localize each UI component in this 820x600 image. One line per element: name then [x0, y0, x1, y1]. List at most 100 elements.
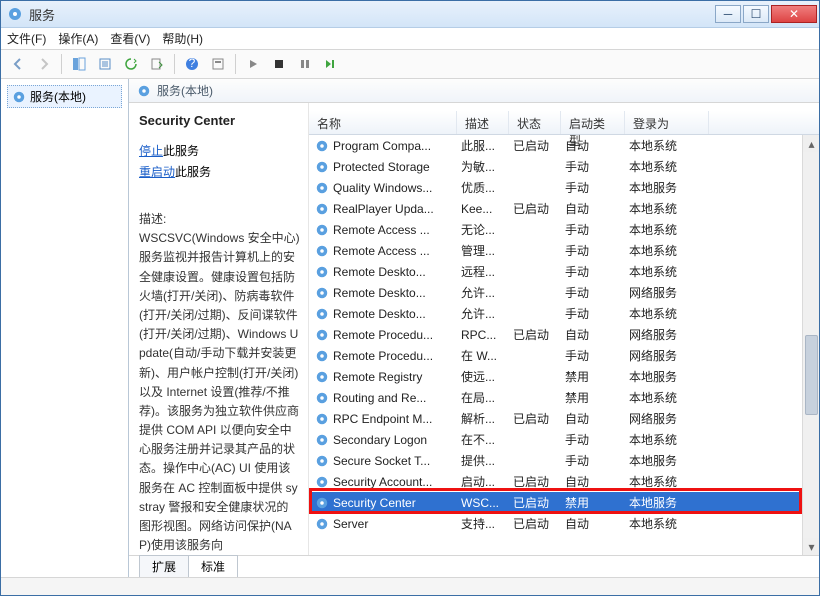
back-button[interactable]	[7, 53, 29, 75]
table-row[interactable]: Secondary Logon在不...手动本地系统	[309, 429, 819, 450]
cell-startup: 自动	[565, 410, 629, 427]
tab-standard[interactable]: 标准	[188, 555, 238, 577]
refresh-button[interactable]	[120, 53, 142, 75]
gear-icon	[12, 90, 26, 104]
help-button[interactable]: ?	[181, 53, 203, 75]
cell-logon: 网络服务	[629, 347, 713, 364]
table-row[interactable]: Secure Socket T...提供...手动本地服务	[309, 450, 819, 471]
table-row[interactable]: Remote Registry使远...禁用本地服务	[309, 366, 819, 387]
cell-desc: 提供...	[461, 452, 513, 469]
cell-logon: 本地系统	[629, 200, 713, 217]
scroll-thumb[interactable]	[805, 335, 818, 415]
col-startup[interactable]: 启动类型	[561, 111, 625, 134]
table-row[interactable]: RealPlayer Upda...Kee...已启动自动本地系统	[309, 198, 819, 219]
cell-logon: 网络服务	[629, 284, 713, 301]
cell-desc: 在 W...	[461, 347, 513, 364]
table-row[interactable]: Protected Storage为敏...手动本地系统	[309, 156, 819, 177]
menu-action[interactable]: 操作(A)	[58, 30, 98, 47]
forward-button[interactable]	[33, 53, 55, 75]
view-tabs: 扩展 标准	[129, 555, 819, 577]
cell-startup: 自动	[565, 200, 629, 217]
table-row[interactable]: Remote Access ...无论...手动本地系统	[309, 219, 819, 240]
gear-icon	[137, 84, 151, 98]
titlebar[interactable]: 服务 ─ ☐ ✕	[1, 1, 819, 28]
cell-logon: 本地系统	[629, 431, 713, 448]
table-row[interactable]: Remote Deskto...允许...手动本地系统	[309, 303, 819, 324]
table-row[interactable]: Remote Procedu...RPC...已启动自动网络服务	[309, 324, 819, 345]
cell-name: Protected Storage	[333, 160, 461, 174]
pause-service-button[interactable]	[294, 53, 316, 75]
table-row[interactable]: Program Compa...此服...已启动自动本地系统	[309, 135, 819, 156]
table-row[interactable]: Quality Windows...优质...手动本地服务	[309, 177, 819, 198]
cell-name: Remote Access ...	[333, 244, 461, 258]
table-row[interactable]: Security CenterWSC...已启动禁用本地服务	[309, 492, 819, 513]
cell-desc: 无论...	[461, 221, 513, 238]
menu-file[interactable]: 文件(F)	[7, 30, 46, 47]
scroll-down-button[interactable]: ▾	[803, 538, 819, 555]
col-desc[interactable]: 描述	[457, 111, 509, 134]
vertical-scrollbar[interactable]: ▴ ▾	[802, 135, 819, 555]
restart-service-link[interactable]: 重启动	[139, 165, 175, 179]
cell-logon: 本地系统	[629, 389, 713, 406]
table-row[interactable]: Remote Deskto...远程...手动本地系统	[309, 261, 819, 282]
cell-name: Program Compa...	[333, 139, 461, 153]
table-row[interactable]: RPC Endpoint M...解析...已启动自动网络服务	[309, 408, 819, 429]
col-logon[interactable]: 登录为	[625, 111, 709, 134]
scroll-up-button[interactable]: ▴	[803, 135, 819, 152]
stop-service-link[interactable]: 停止	[139, 144, 163, 158]
properties-button[interactable]	[207, 53, 229, 75]
cell-logon: 本地系统	[629, 473, 713, 490]
close-button[interactable]: ✕	[771, 5, 817, 23]
cell-startup: 手动	[565, 263, 629, 280]
cell-status: 已启动	[513, 137, 565, 154]
show-hide-tree-button[interactable]	[68, 53, 90, 75]
tab-extended[interactable]: 扩展	[139, 555, 189, 577]
maximize-button[interactable]: ☐	[743, 5, 769, 23]
menu-help[interactable]: 帮助(H)	[162, 30, 203, 47]
cell-name: RealPlayer Upda...	[333, 202, 461, 216]
tree-node-services-local[interactable]: 服务(本地)	[7, 85, 122, 108]
table-row[interactable]: Remote Deskto...允许...手动网络服务	[309, 282, 819, 303]
table-row[interactable]: Routing and Re...在局...禁用本地系统	[309, 387, 819, 408]
cell-name: Security Center	[333, 496, 461, 510]
list-body[interactable]: Program Compa...此服...已启动自动本地系统Protected …	[309, 135, 819, 555]
services-icon	[7, 6, 23, 22]
cell-name: Quality Windows...	[333, 181, 461, 195]
table-row[interactable]: Remote Procedu...在 W... 手动网络服务	[309, 345, 819, 366]
content-body: Security Center 停止此服务 重启动此服务 描述: WSCSVC(…	[129, 103, 819, 555]
cell-startup: 禁用	[565, 389, 629, 406]
cell-startup: 手动	[565, 347, 629, 364]
cell-name: Remote Procedu...	[333, 349, 461, 363]
restart-service-button[interactable]	[320, 53, 342, 75]
stop-service-line: 停止此服务	[139, 142, 300, 159]
export-list-button[interactable]	[146, 53, 168, 75]
col-name[interactable]: 名称	[309, 111, 457, 134]
stop-service-button[interactable]	[268, 53, 290, 75]
cell-name: Remote Deskto...	[333, 265, 461, 279]
content-title: 服务(本地)	[157, 82, 213, 99]
start-service-button[interactable]	[242, 53, 264, 75]
cell-logon: 本地系统	[629, 515, 713, 532]
col-status[interactable]: 状态	[509, 111, 561, 134]
table-row[interactable]: Server支持...已启动自动本地系统	[309, 513, 819, 534]
menu-view[interactable]: 查看(V)	[110, 30, 150, 47]
cell-status: 已启动	[513, 515, 565, 532]
window-title: 服务	[29, 5, 713, 24]
cell-status: 已启动	[513, 494, 565, 511]
cell-desc: 在局...	[461, 389, 513, 406]
detail-panel: Security Center 停止此服务 重启动此服务 描述: WSCSVC(…	[129, 103, 309, 555]
cell-startup: 手动	[565, 179, 629, 196]
export-button[interactable]	[94, 53, 116, 75]
restart-suffix: 此服务	[175, 165, 211, 179]
cell-logon: 本地服务	[629, 368, 713, 385]
cell-logon: 本地服务	[629, 494, 713, 511]
separator	[61, 54, 62, 74]
cell-logon: 本地系统	[629, 305, 713, 322]
table-row[interactable]: Security Account...启动...已启动自动本地系统	[309, 471, 819, 492]
table-row[interactable]: Remote Access ...管理...手动本地系统	[309, 240, 819, 261]
minimize-button[interactable]: ─	[715, 5, 741, 23]
cell-startup: 手动	[565, 242, 629, 259]
cell-desc: 允许...	[461, 284, 513, 301]
cell-startup: 禁用	[565, 494, 629, 511]
cell-name: Remote Registry	[333, 370, 461, 384]
